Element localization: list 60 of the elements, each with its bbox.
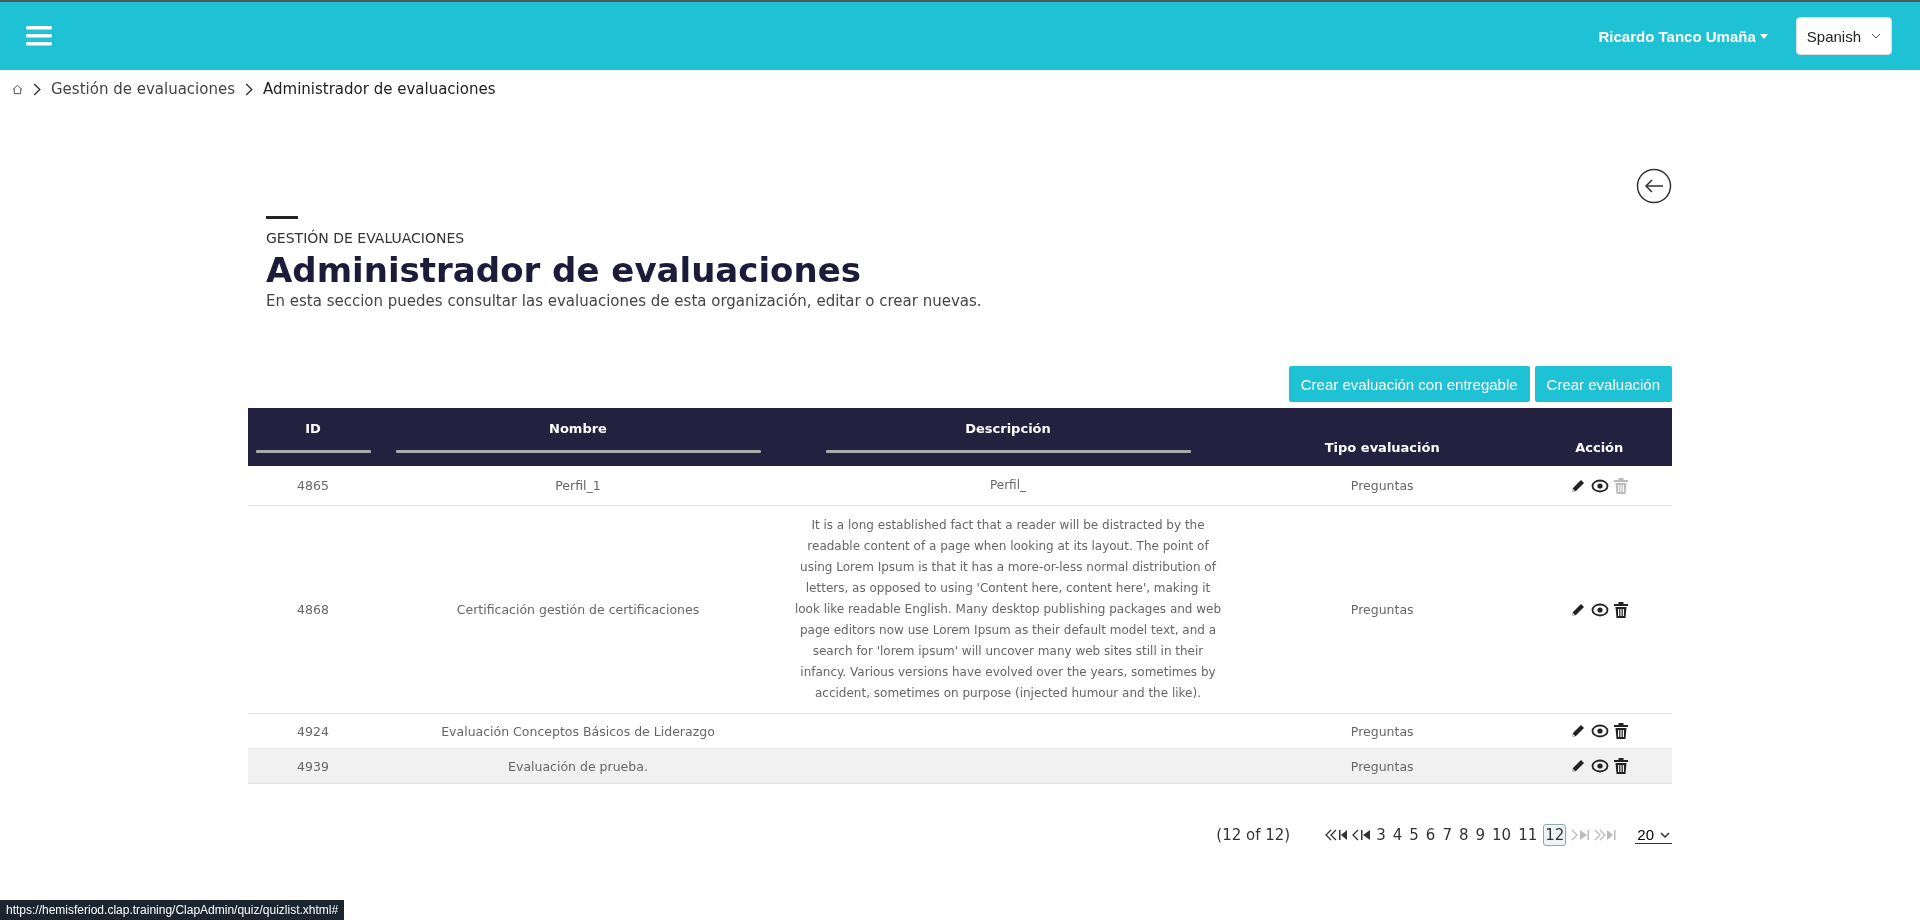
table-cell: Preguntas	[1350, 758, 1414, 774]
table-cell: Evaluación Conceptos Básicos de Liderazgo	[441, 723, 715, 739]
table-cell: Preguntas	[1350, 478, 1414, 493]
table-cell: Preguntas	[1350, 723, 1414, 739]
breadcrumb-link[interactable]: Administrador de evaluaciones	[263, 80, 496, 98]
table-cell: 4868	[297, 602, 329, 617]
table-cell-text: Perfil_	[989, 477, 1027, 494]
table-cell: 4924	[297, 723, 329, 739]
column-header[interactable]: Acción	[1526, 439, 1672, 455]
trash-icon[interactable]	[1614, 601, 1629, 618]
page-description: En esta seccion puedes consultar las evaluaciones de esta organización, editar o crear nuevas.	[266, 292, 983, 310]
column-header[interactable]: Nombre	[378, 421, 778, 436]
page-summary: (12 of 12)	[1216, 826, 1291, 844]
page-link[interactable]: 7	[1441, 825, 1453, 845]
pencil-icon[interactable]	[1570, 477, 1587, 494]
page-title: Administrador de evaluaciones	[266, 250, 862, 290]
column-header[interactable]: Descripción	[778, 421, 1238, 436]
eye-icon[interactable]	[1591, 723, 1610, 739]
table-cell: 4865	[297, 478, 329, 493]
section-label: GESTIÓN DE EVALUACIONES	[266, 230, 466, 246]
pencil-icon[interactable]	[1570, 601, 1587, 618]
chevron-down-icon	[1660, 831, 1670, 838]
rows-per-page-select[interactable]: 20	[1635, 826, 1672, 844]
home-icon[interactable]	[12, 83, 23, 95]
page-link[interactable]: 12	[1543, 824, 1567, 846]
language-select[interactable]: Spanish	[1795, 17, 1892, 55]
trash-icon[interactable]	[1614, 758, 1629, 774]
page-link[interactable]: 3	[1375, 825, 1387, 845]
filter-field[interactable]	[395, 450, 761, 453]
trash-icon[interactable]	[1614, 723, 1629, 739]
first-page-icon[interactable]	[1325, 828, 1348, 842]
breadcrumb-link[interactable]: Gestión de evaluaciones	[51, 80, 235, 98]
table-cell-text: It is a long established fact that a reader will be distracted by the readable content of a page when looking at its layout. The point of using Lorem Ipsum is that it has a more-or-less normal distribution of letters, as opposed to using 'Content here, content here', making it look like readable English. Many desktop publishing packages and web page editors now use Lorem Ipsum as their default model text, and a search for 'lorem ipsum' will uncover many web sites still in their infancy. Various versions have evolved over the years, sometimes by accident, sometimes on purpose (injected humour and the like).	[793, 517, 1223, 702]
chevron-right-icon	[245, 82, 253, 96]
table-cell: Evaluación de prueba.	[508, 758, 648, 774]
page-link[interactable]: 11	[1517, 825, 1539, 845]
filter-field[interactable]	[825, 450, 1191, 453]
eye-icon[interactable]	[1591, 601, 1610, 618]
pencil-icon[interactable]	[1570, 723, 1587, 739]
pencil-icon[interactable]	[1570, 758, 1587, 774]
filter-field[interactable]	[255, 450, 371, 453]
column-header[interactable]: Tipo evaluación	[1238, 439, 1527, 455]
page-link[interactable]: 8	[1457, 825, 1470, 845]
page-link[interactable]: 6	[1424, 825, 1437, 845]
status-bar-url: https://hemisferiod.clap.training/ClapAdmin/quiz/quizlist.xhtml#	[0, 900, 345, 920]
eye-icon[interactable]	[1591, 477, 1610, 494]
page-link[interactable]: 4	[1391, 825, 1404, 845]
caret-icon	[1759, 33, 1768, 39]
column-header[interactable]: ID	[248, 421, 378, 436]
chevron-right-icon	[33, 82, 41, 96]
table-cell: Certificación gestión de certificaciones	[456, 602, 700, 617]
page-link[interactable]: 10	[1491, 825, 1513, 845]
table-cell: 4939	[297, 758, 329, 774]
previous-page-icon[interactable]	[1352, 828, 1371, 842]
table-cell: Preguntas	[1350, 602, 1414, 617]
chevron-down-icon	[1871, 33, 1881, 39]
page-link[interactable]: 9	[1474, 825, 1487, 845]
page-link[interactable]: 5	[1408, 825, 1420, 845]
eye-icon[interactable]	[1591, 758, 1610, 774]
table-cell: Perfil_1	[555, 478, 601, 493]
